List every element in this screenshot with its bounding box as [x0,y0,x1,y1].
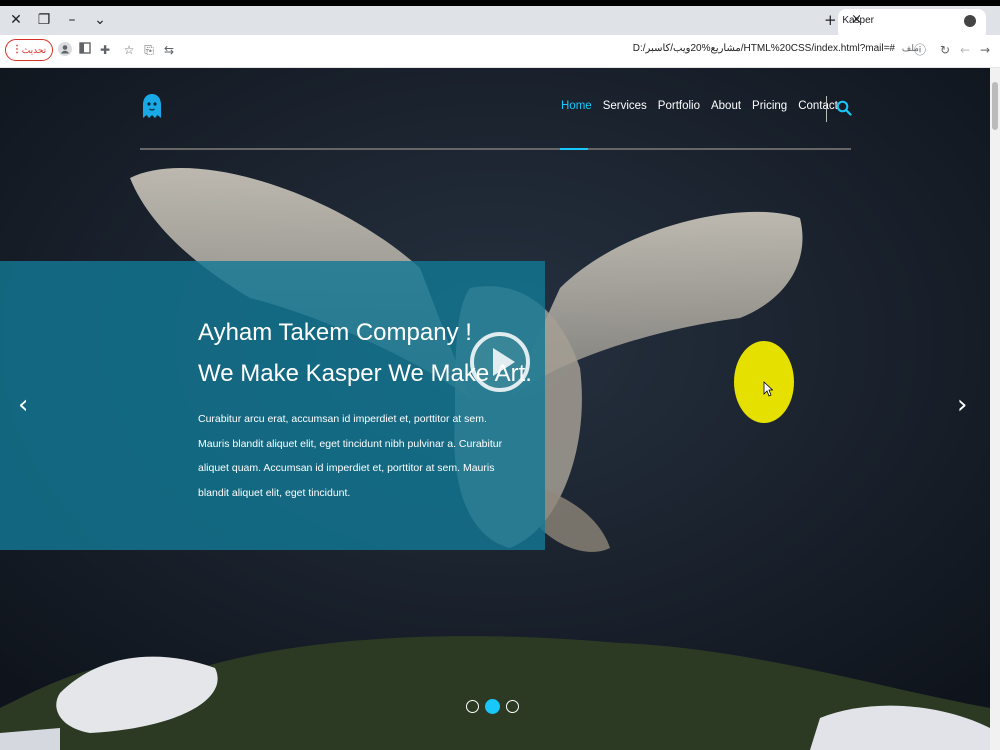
nav-contact[interactable]: Contact [798,100,838,112]
globe-icon [964,15,976,27]
back-icon[interactable]: → [977,42,993,58]
main-nav: Home Services Portfolio About Pricing Co… [561,100,849,112]
scrollbar-thumb[interactable] [992,82,998,130]
hero-paragraph: Curabitur arcu erat, accumsan id imperdi… [198,413,503,499]
new-tab-button[interactable]: + [824,11,837,29]
forward-icon[interactable]: ← [957,42,973,58]
account-icon[interactable] [57,42,73,58]
header-divider [140,148,851,150]
reload-icon[interactable]: ↻ [937,42,953,58]
page-scrollbar[interactable] [990,68,1000,750]
nav-pricing[interactable]: Pricing [752,100,787,112]
nav-services[interactable]: Services [603,100,647,112]
page-viewport: Home Services Portfolio About Pricing Co… [0,68,990,750]
play-video-icon[interactable] [469,331,531,393]
minimize-icon[interactable]: – [62,11,82,29]
nav-about[interactable]: About [711,100,741,112]
nav-portfolio[interactable]: Portfolio [658,100,700,112]
update-button[interactable]: ⋮ تحديث [5,39,53,61]
restore-icon[interactable]: ❐ [34,11,54,29]
url-text: D:/مشاريع%20ويب/كاسبر/HTML%20CSS/index.h… [632,43,895,54]
star-icon[interactable]: ☆ [121,42,137,58]
extensions-icon[interactable]: ✚ [97,42,113,58]
tab-title: Kasper [842,15,874,26]
hero-text-panel [0,261,545,550]
browser-chrome: ✕ ❐ – ⌄ + × Kasper ⋮ تحديث ✚ ☆ ⎘ ⇆ D:/مش… [0,6,1000,68]
slider-dot-1[interactable] [466,700,479,713]
translate-icon[interactable]: ⇆ [161,42,177,58]
nav-divider [826,96,827,122]
browser-tab[interactable]: × Kasper [838,9,986,35]
menu-dots-icon: ⋮ [12,44,22,55]
slider-dot-2[interactable] [485,699,500,714]
browser-toolbar: ⋮ تحديث ✚ ☆ ⎘ ⇆ D:/مشاريع%20ويب/كاسبر/HT… [0,35,1000,68]
slider-dot-3[interactable] [506,700,519,713]
search-icon[interactable] [836,100,852,116]
slider-next-arrow[interactable]: › [957,390,967,420]
share-icon[interactable]: ⎘ [141,42,157,58]
active-nav-indicator [560,148,588,150]
kasper-logo-icon[interactable] [140,92,164,120]
tab-strip: ✕ ❐ – ⌄ + × Kasper [0,6,1000,35]
slider-dots [466,699,519,714]
nav-home[interactable]: Home [561,100,592,112]
slider-prev-arrow[interactable]: ‹ [18,390,28,420]
address-bar[interactable]: D:/مشاريع%20ويب/كاسبر/HTML%20CSS/index.h… [180,39,933,61]
chevron-down-icon[interactable]: ⌄ [90,11,110,29]
info-icon[interactable]: ⓘ [912,42,928,58]
sidebar-icon[interactable] [77,42,93,58]
mouse-cursor-icon [763,381,773,397]
close-icon[interactable]: ✕ [6,11,26,29]
